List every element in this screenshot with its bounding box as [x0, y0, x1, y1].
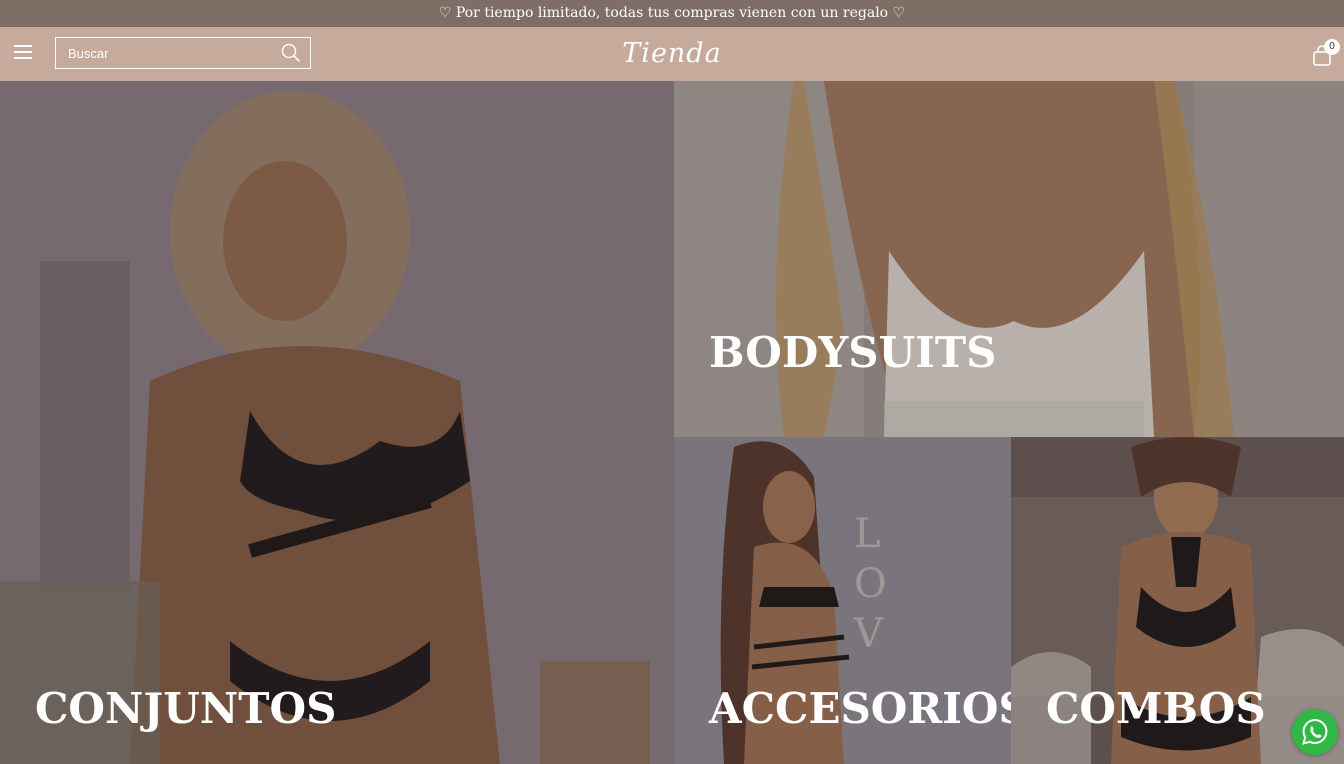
category-label-bodysuits: BODYSUITS [709, 328, 997, 377]
cart-button[interactable]: 0 [1310, 39, 1340, 71]
image-overlay [674, 81, 1344, 437]
category-label-accesorios: ACCESORIOS [709, 684, 1011, 733]
site-logo[interactable]: Tienda Canela [572, 33, 772, 111]
category-tile-bodysuits[interactable]: BODYSUITS [674, 81, 1344, 437]
cart-count-badge: 0 [1324, 39, 1340, 55]
announcement-text: ♡ Por tiempo limitado, todas tus compras… [438, 5, 906, 21]
site-header: Tienda Canela 0 [0, 27, 1344, 111]
announcement-bar: ♡ Por tiempo limitado, todas tus compras… [0, 0, 1344, 27]
search-icon[interactable] [280, 42, 302, 64]
image-overlay [0, 81, 674, 764]
whatsapp-icon [1302, 718, 1328, 745]
category-label-combos: COMBOS [1046, 684, 1266, 733]
hamburger-menu-icon[interactable] [14, 45, 32, 61]
search-box [55, 37, 311, 69]
search-input[interactable] [56, 38, 276, 68]
category-tile-accesorios[interactable]: L O V ACCESORIOS [674, 437, 1011, 764]
whatsapp-chat-button[interactable] [1292, 709, 1338, 755]
category-tile-conjuntos[interactable]: CONJUNTOS [0, 81, 674, 764]
category-label-conjuntos: CONJUNTOS [35, 684, 337, 733]
